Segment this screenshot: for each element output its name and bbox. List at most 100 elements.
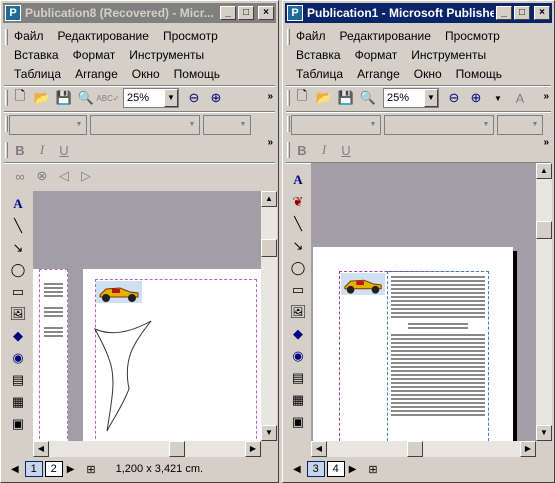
scroll-thumb[interactable] [169, 441, 185, 457]
right-close-button[interactable]: × [534, 6, 550, 20]
clipart-icon[interactable]: ❦ [287, 191, 309, 213]
scroll-left-button[interactable]: ◀ [33, 441, 49, 457]
font-size-combo[interactable]: ▼ [203, 115, 251, 135]
text-box-icon[interactable]: A [7, 193, 29, 215]
underline-icon[interactable]: U [335, 139, 357, 161]
design-gallery-icon[interactable]: ◉ [287, 345, 309, 367]
left-close-button[interactable]: × [258, 6, 274, 20]
print-preview-icon[interactable]: 🔍 [357, 87, 379, 109]
link-icon[interactable]: ∞ [9, 165, 31, 187]
toolbar-grip[interactable] [287, 142, 290, 158]
wordart-icon[interactable]: ◆ [287, 323, 309, 345]
line-icon[interactable]: ╲ [287, 213, 309, 235]
menu-file[interactable]: Файл [7, 29, 51, 43]
rectangle-icon[interactable]: ▭ [287, 279, 309, 301]
bold-icon[interactable]: B [291, 139, 313, 161]
menu-help[interactable]: Помощь [167, 67, 227, 81]
spelling-icon[interactable]: ABC✓ [96, 87, 119, 109]
clip-gallery-icon[interactable]: ▤ [7, 369, 29, 391]
menu-format[interactable]: Формат [66, 48, 123, 62]
menu-edit[interactable]: Редактирование [333, 29, 438, 43]
next-page-icon[interactable]: ▶ [67, 464, 75, 475]
left-publication-canvas[interactable] [33, 191, 261, 441]
bold-icon[interactable]: B [9, 139, 31, 161]
style-combo[interactable]: ▼ [291, 115, 381, 135]
menu-insert[interactable]: Вставка [7, 48, 66, 62]
chevron-down-icon[interactable]: ▼ [487, 87, 509, 109]
right-zoom-select[interactable]: 25% ▼ [383, 88, 439, 108]
menu-tools[interactable]: Инструменты [122, 48, 211, 62]
menu-window[interactable]: Окно [407, 67, 449, 81]
scroll-right-button[interactable]: ▶ [520, 441, 536, 457]
menu-window[interactable]: Окно [125, 67, 167, 81]
menu-insert[interactable]: Вставка [289, 48, 348, 62]
menu-tools[interactable]: Инструменты [404, 48, 493, 62]
page-1-button[interactable]: 1 [24, 461, 43, 477]
right-publisher-window[interactable]: P Publication1 - Microsoft Publisher _ □… [282, 0, 555, 483]
publisher-app-icon[interactable]: P [287, 5, 303, 21]
new-icon[interactable]: 🗋 [291, 87, 313, 109]
previous-frame-icon[interactable]: ◁ [53, 165, 75, 187]
left-publisher-window[interactable]: P Publication8 (Recovered) - Micr... _ □… [0, 0, 279, 483]
toolbar-grip[interactable] [5, 142, 8, 158]
freeform-shape[interactable] [93, 319, 163, 441]
scroll-thumb[interactable] [261, 239, 277, 257]
right-maximize-button[interactable]: □ [514, 6, 530, 20]
page-3-button[interactable]: 3 [306, 461, 325, 477]
toolbar-grip[interactable] [287, 116, 290, 132]
menu-table[interactable]: Таблица [7, 67, 68, 81]
toolbar-overflow-icon[interactable]: » [267, 92, 273, 102]
left-vertical-scrollbar[interactable]: ▲ ▼ [261, 191, 277, 441]
toolbar-grip[interactable] [5, 90, 8, 106]
next-page-icon[interactable]: ▶ [349, 464, 357, 475]
menu-view[interactable]: Просмотр [156, 29, 225, 43]
scroll-left-button[interactable]: ◀ [311, 441, 327, 457]
style-combo[interactable]: ▼ [9, 115, 87, 135]
prev-page-icon[interactable]: ◀ [293, 464, 301, 475]
right-title-bar[interactable]: P Publication1 - Microsoft Publisher _ □… [285, 3, 552, 23]
left-zoom-select[interactable]: 25% ▼ [123, 88, 179, 108]
page-2-button[interactable]: 2 [44, 461, 63, 477]
scroll-thumb[interactable] [407, 441, 423, 457]
menu-file[interactable]: Файл [289, 29, 333, 43]
scroll-thumb[interactable] [536, 221, 552, 239]
left-minimize-button[interactable]: _ [220, 6, 236, 20]
wordart-icon[interactable]: ◆ [7, 325, 29, 347]
font-combo[interactable]: ▼ [90, 115, 200, 135]
toolbar-grip[interactable] [287, 90, 290, 106]
scroll-up-button[interactable]: ▲ [261, 191, 277, 207]
publisher-app-icon[interactable]: P [5, 5, 21, 21]
design-gallery-icon[interactable]: ◉ [7, 347, 29, 369]
prev-page-icon[interactable]: ◀ [11, 464, 19, 475]
menu-table[interactable]: Таблица [289, 67, 350, 81]
open-icon[interactable]: 📂 [31, 87, 53, 109]
left-title-bar[interactable]: P Publication8 (Recovered) - Micr... _ □… [3, 3, 276, 23]
zoom-in-icon[interactable]: ⊕ [465, 87, 487, 109]
race-car-clipart[interactable] [341, 273, 385, 295]
save-icon[interactable]: 💾 [53, 87, 75, 109]
chevron-down-icon[interactable]: ▼ [424, 89, 438, 107]
oval-icon[interactable]: ◯ [7, 259, 29, 281]
toolbar-overflow-icon[interactable]: » [543, 92, 549, 102]
save-icon[interactable]: 💾 [335, 87, 357, 109]
zoom-in-icon[interactable]: ⊕ [205, 87, 227, 109]
text-box-icon[interactable]: A [287, 169, 309, 191]
scroll-down-button[interactable]: ▼ [261, 425, 277, 441]
print-preview-icon[interactable]: 🔍 [75, 87, 97, 109]
underline-icon[interactable]: U [53, 139, 75, 161]
insert-table-icon[interactable]: ▦ [287, 389, 309, 411]
chevron-down-icon[interactable]: ▼ [164, 89, 178, 107]
scroll-down-button[interactable]: ▼ [536, 425, 552, 441]
left-horizontal-scrollbar[interactable]: ◀ ▶ [33, 441, 261, 457]
right-horizontal-scrollbar[interactable]: ◀ ▶ [311, 441, 536, 457]
italic-icon[interactable]: I [31, 139, 53, 161]
right-publication-canvas[interactable] [311, 163, 536, 441]
left-maximize-button[interactable]: □ [238, 6, 254, 20]
menu-help[interactable]: Помощь [449, 67, 509, 81]
text-formatting-icon[interactable]: A [509, 87, 531, 109]
menu-format[interactable]: Формат [348, 48, 405, 62]
rectangle-icon[interactable]: ▭ [7, 281, 29, 303]
arrow-icon[interactable]: ↘ [7, 237, 29, 259]
scroll-track[interactable] [327, 441, 520, 457]
picture-icon[interactable]: 🖼 [7, 303, 29, 325]
